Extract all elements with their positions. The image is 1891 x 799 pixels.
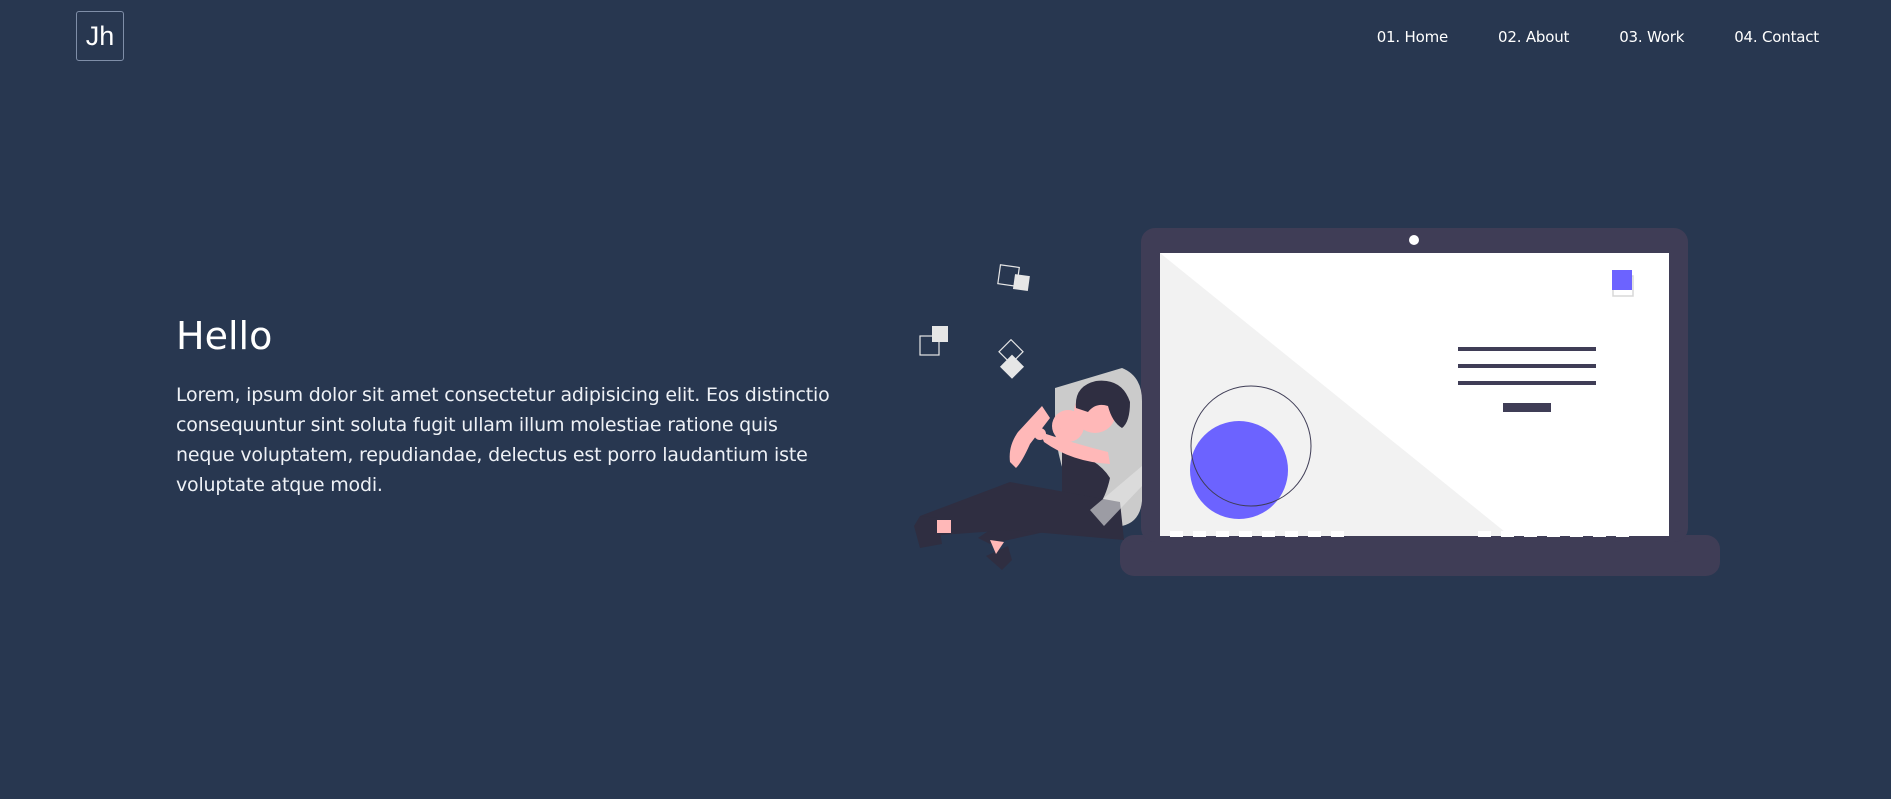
hero-paragraph: Lorem, ipsum dolor sit amet consectetur …	[176, 384, 830, 496]
floating-squares	[919, 264, 1030, 379]
main-nav: 01. Home 02. About 03. Work 04. Contact	[1377, 28, 1820, 46]
hero-title: Hello	[176, 314, 273, 358]
logo[interactable]: Jh	[76, 11, 124, 61]
laptop-camera	[1409, 235, 1419, 245]
hero-illustration	[914, 228, 1720, 576]
nav-work[interactable]: 03. Work	[1619, 28, 1684, 46]
nav-about[interactable]: 02. About	[1498, 28, 1569, 46]
nav-home[interactable]: 01. Home	[1377, 28, 1449, 46]
nav-contact[interactable]: 04. Contact	[1734, 28, 1819, 46]
hero-section: Hello Lorem, ipsum dolor sit amet consec…	[176, 314, 836, 500]
person-illustration	[914, 368, 1142, 570]
